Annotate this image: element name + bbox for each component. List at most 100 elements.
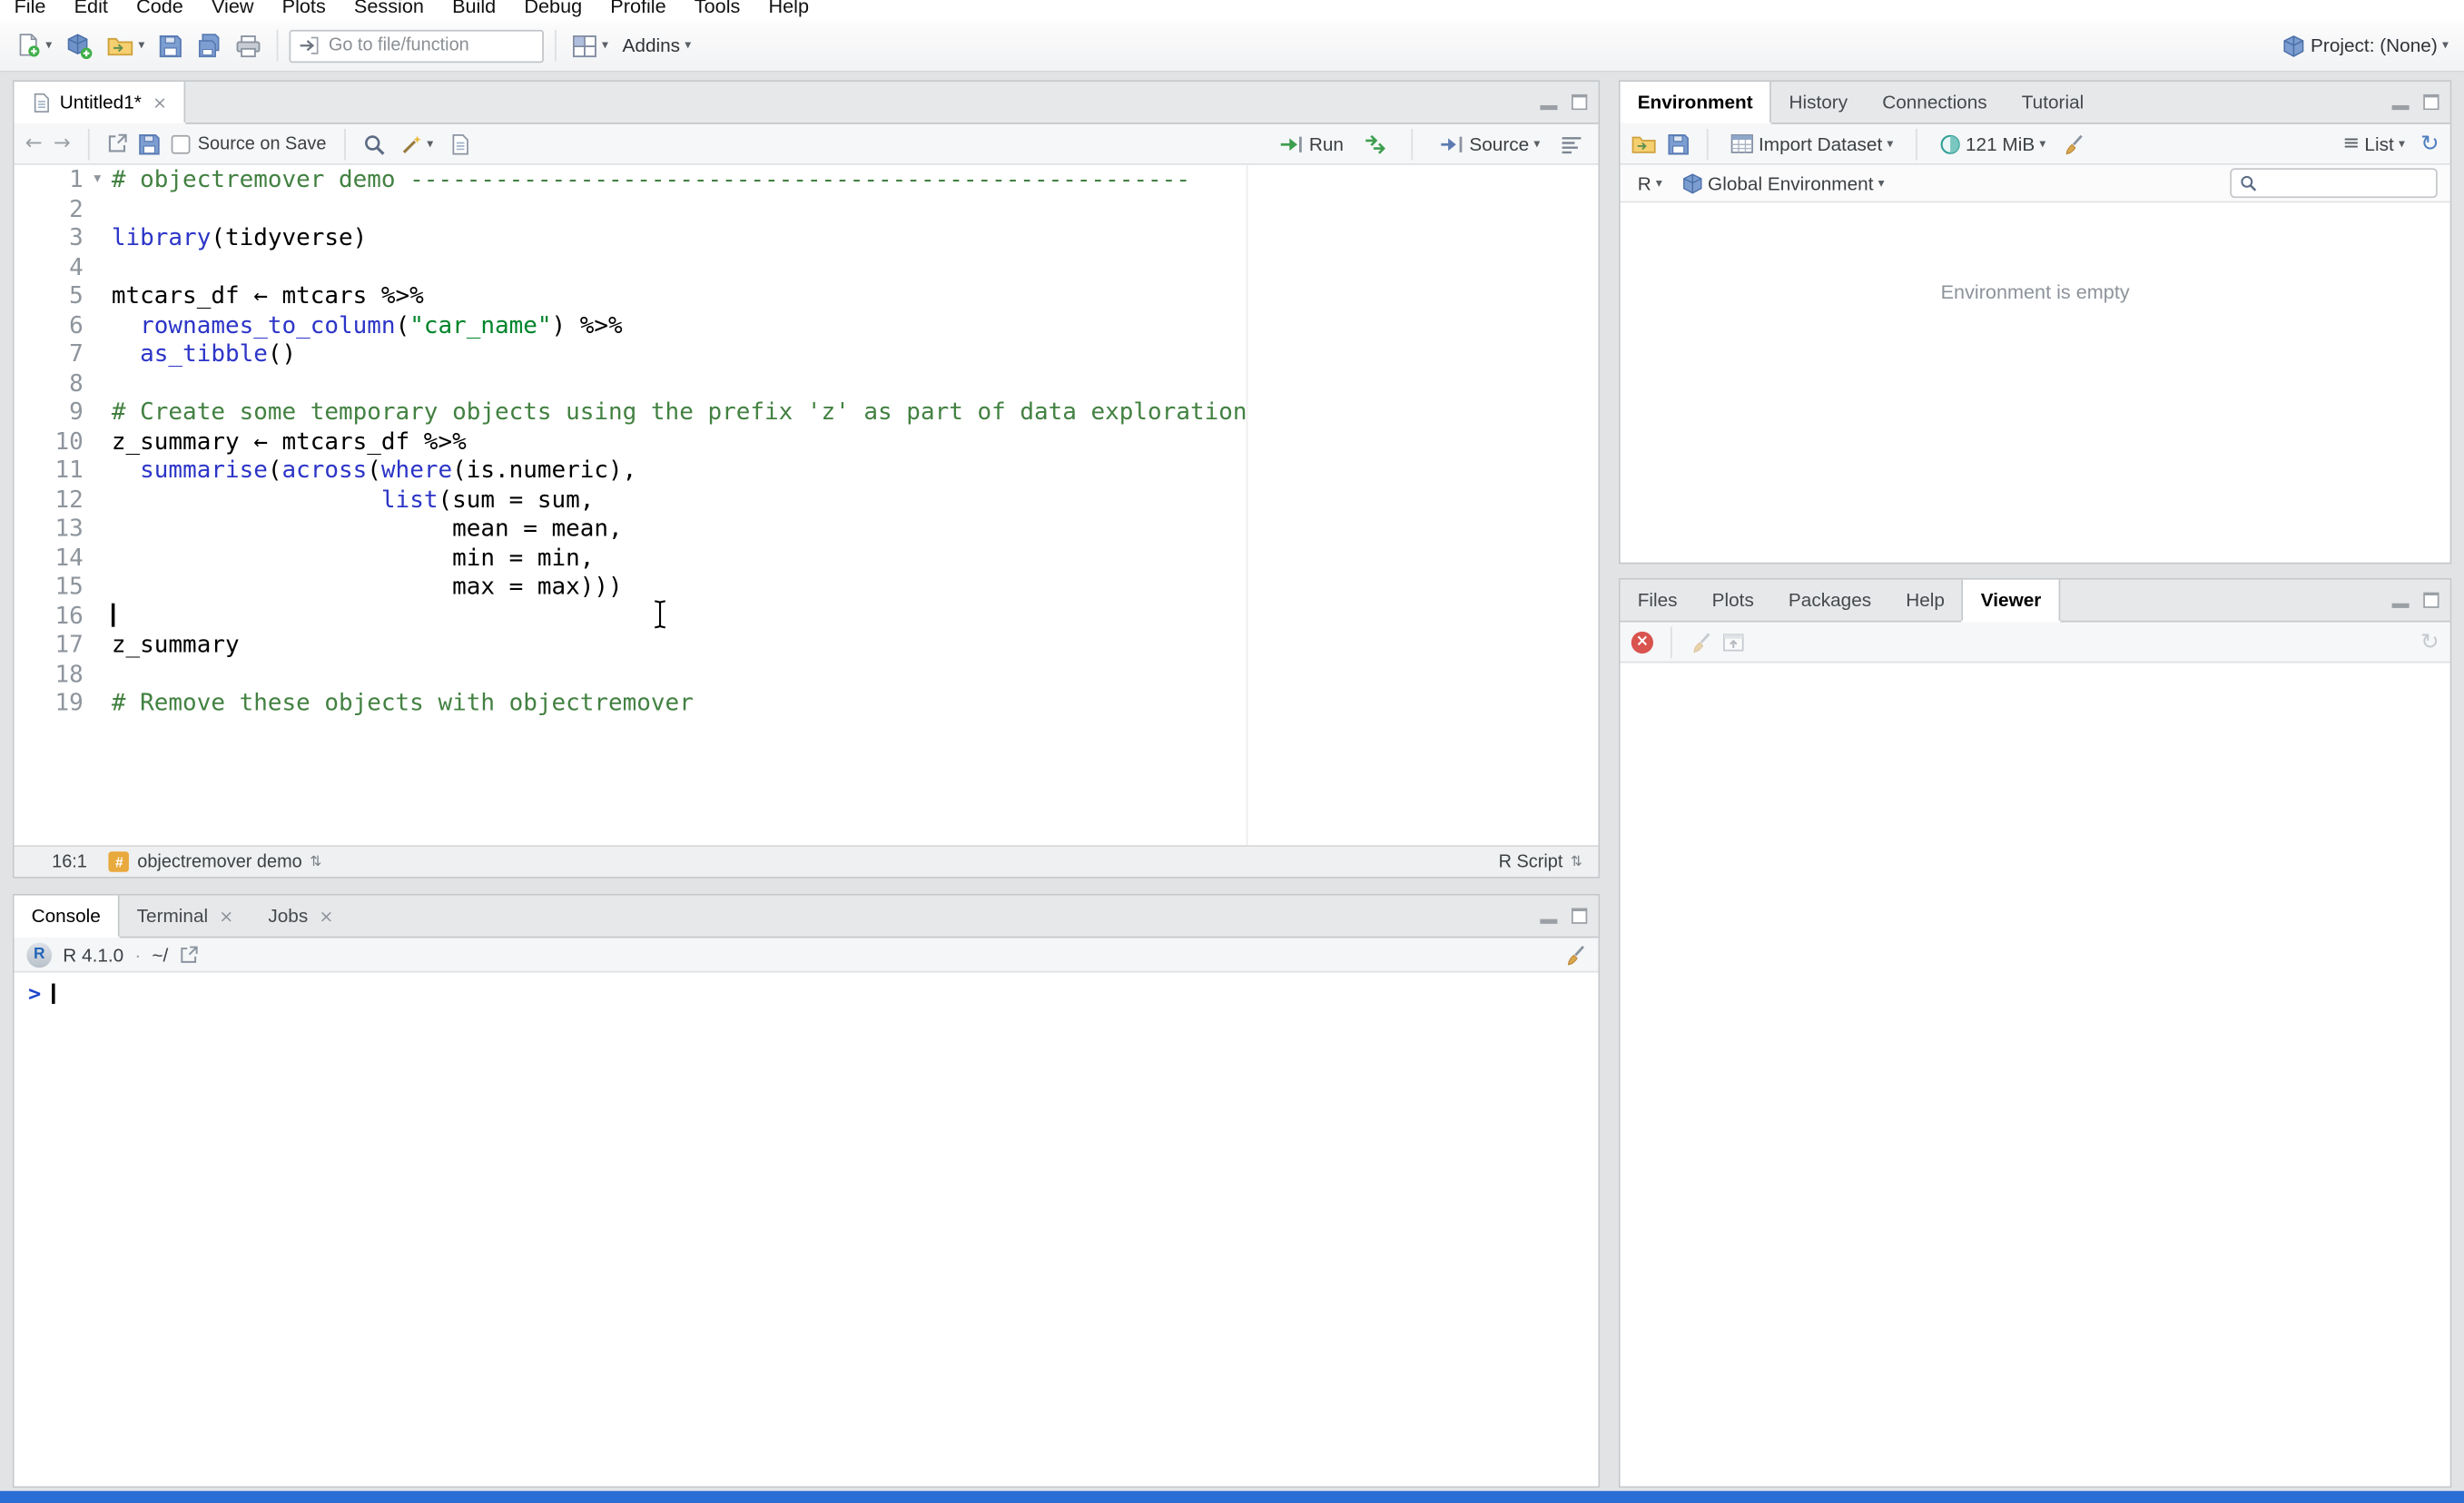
code-token: min = min, — [111, 543, 595, 572]
save-icon[interactable] — [138, 133, 160, 154]
source-on-save-checkbox[interactable] — [171, 134, 191, 153]
environment-search-input[interactable] — [2262, 173, 2429, 193]
code-token: (sum = sum, — [438, 485, 595, 514]
import-dataset-button[interactable]: Import Dataset ▾ — [1726, 130, 1898, 158]
menu-view[interactable]: View — [197, 0, 268, 21]
clear-all-broom-icon[interactable] — [1690, 631, 1711, 653]
memory-usage-button[interactable]: 121 MiB ▾ — [1934, 130, 2050, 158]
console-pane-buttons — [1540, 908, 1588, 924]
tab-label: Terminal — [136, 905, 209, 928]
language-selector[interactable]: R ▾ — [1633, 169, 1668, 197]
menu-build[interactable]: Build — [439, 0, 510, 21]
menu-debug[interactable]: Debug — [510, 0, 596, 21]
open-new-window-icon[interactable] — [179, 945, 198, 964]
source-button[interactable]: Source ▾ — [1434, 130, 1544, 158]
minimize-icon[interactable] — [2391, 104, 2410, 110]
code-token: # objectremover demo -------------------… — [111, 164, 1190, 193]
menu-code[interactable]: Code — [123, 0, 198, 21]
r-logo-icon: R — [26, 941, 53, 968]
minimize-icon[interactable] — [2391, 602, 2410, 608]
doc-type-selector[interactable]: R Script ⇅ — [1499, 852, 1583, 871]
goto-file-input[interactable] — [328, 35, 535, 55]
close-icon[interactable]: × — [153, 93, 167, 111]
environment-tab-environment[interactable]: Environment — [1620, 82, 1772, 123]
save-button[interactable] — [154, 31, 187, 61]
code-line: 5 mtcars_df ← mtcars %>% — [15, 281, 1599, 310]
menu-tools[interactable]: Tools — [680, 0, 754, 21]
minimize-icon[interactable] — [1540, 918, 1558, 923]
document-outline-icon[interactable] — [1561, 133, 1582, 154]
clear-workspace-broom-icon[interactable] — [2062, 133, 2084, 154]
menu-file[interactable]: File — [0, 0, 60, 21]
refresh-icon[interactable]: ↻ — [2420, 133, 2439, 154]
console-tab-console[interactable]: Console — [14, 895, 120, 937]
code-text: mtcars_df ← mtcars %>% — [112, 281, 1599, 310]
tab-label: Jobs — [268, 905, 309, 928]
open-file-button[interactable]: ▾ — [103, 31, 150, 61]
open-new-window-icon[interactable] — [106, 133, 127, 154]
addins-menu[interactable]: Addins ▾ — [617, 32, 695, 60]
save-workspace-icon[interactable] — [1668, 133, 1690, 154]
viewer-pane: Files Plots Packages Help Viewer × ↻ — [1618, 578, 2452, 1488]
scope-selector[interactable]: Global Environment ▾ — [1676, 169, 1888, 197]
export-viewer-icon[interactable] — [1722, 631, 1744, 653]
menu-profile[interactable]: Profile — [596, 0, 681, 21]
print-icon — [236, 34, 261, 57]
project-menu[interactable]: Project: (None) ▾ — [2278, 31, 2453, 61]
source-tab-untitled1[interactable]: Untitled1* × — [14, 82, 186, 123]
list-view-button[interactable]: ≡ List ▾ — [2338, 129, 2410, 159]
rerun-icon[interactable] — [1364, 133, 1389, 154]
clear-viewer-icon[interactable]: × — [1631, 630, 1654, 653]
viewer-tab-plots[interactable]: Plots — [1695, 580, 1771, 621]
viewer-tab-help[interactable]: Help — [1888, 580, 1962, 621]
console-tab-terminal[interactable]: Terminal × — [120, 896, 251, 937]
new-file-button[interactable]: ▾ — [11, 30, 56, 62]
console-tab-jobs[interactable]: Jobs × — [251, 896, 350, 937]
maximize-icon[interactable] — [2423, 93, 2439, 111]
new-project-button[interactable] — [62, 29, 98, 62]
environment-tab-history[interactable]: History — [1771, 82, 1865, 123]
close-icon[interactable]: × — [319, 908, 333, 925]
save-all-button[interactable] — [192, 30, 226, 62]
source-on-save-toggle[interactable]: Source on Save — [171, 134, 326, 153]
up-down-icon: ⇅ — [1571, 853, 1583, 870]
environment-tab-connections[interactable]: Connections — [1865, 82, 2005, 123]
print-button[interactable] — [232, 31, 266, 61]
code-token: (tidyverse) — [211, 222, 368, 251]
code-line: 9 # Create some temporary objects using t… — [15, 398, 1599, 427]
menu-edit[interactable]: Edit — [60, 0, 122, 21]
forward-icon[interactable]: → — [54, 132, 71, 155]
find-replace-icon[interactable] — [362, 133, 384, 154]
console-input-area[interactable]: > — [14, 974, 1599, 1487]
environment-tab-tutorial[interactable]: Tutorial — [2005, 82, 2102, 123]
compile-report-icon[interactable] — [448, 133, 470, 154]
load-workspace-icon[interactable] — [1631, 133, 1657, 154]
close-icon[interactable]: × — [219, 908, 233, 925]
run-button[interactable]: Run — [1275, 130, 1348, 158]
menu-session[interactable]: Session — [340, 0, 438, 21]
code-token: mean = mean, — [111, 514, 623, 543]
maximize-icon[interactable] — [1572, 908, 1588, 924]
tab-label: Plots — [1711, 589, 1754, 612]
viewer-tab-viewer[interactable]: Viewer — [1962, 579, 2061, 621]
menu-help[interactable]: Help — [754, 0, 823, 21]
section-selector[interactable]: # objectremover demo ⇅ — [109, 851, 321, 872]
viewer-tab-packages[interactable]: Packages — [1771, 580, 1888, 621]
fold-icon[interactable]: ▾ — [84, 165, 112, 194]
viewer-tab-files[interactable]: Files — [1621, 580, 1695, 621]
maximize-icon[interactable] — [1572, 93, 1588, 111]
minimize-icon[interactable] — [1540, 104, 1558, 110]
console-tabstrip: Console Terminal × Jobs × — [14, 895, 1599, 938]
maximize-icon[interactable] — [2423, 592, 2439, 608]
refresh-icon[interactable]: ↻ — [2420, 631, 2439, 653]
clear-console-broom-icon[interactable] — [1563, 943, 1585, 965]
pane-layout-button[interactable]: ▾ — [567, 31, 613, 61]
back-icon[interactable]: ← — [25, 132, 43, 155]
code-token: summarise — [140, 455, 268, 485]
code-tools-button[interactable]: ▾ — [396, 130, 439, 158]
doc-type-label: R Script — [1498, 852, 1563, 871]
code-editor[interactable]: 1 ▾ # objectremover demo -----------------… — [14, 164, 1599, 846]
source-on-save-label: Source on Save — [197, 134, 327, 153]
menu-plots[interactable]: Plots — [268, 0, 340, 21]
line-number: 2 — [69, 193, 84, 222]
